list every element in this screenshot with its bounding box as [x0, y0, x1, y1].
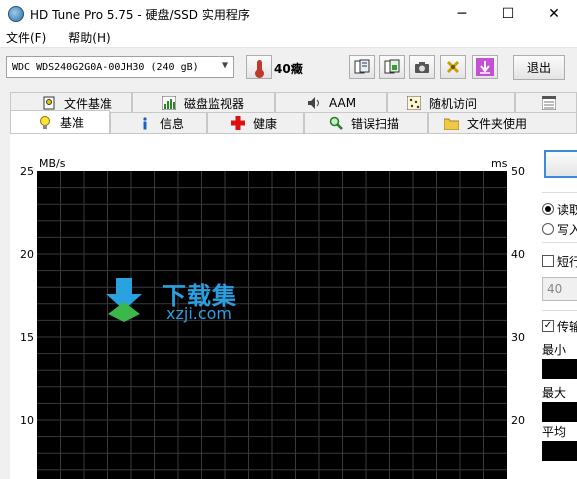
copy-all-button[interactable] — [379, 55, 405, 79]
camera-icon — [415, 62, 429, 73]
tools-icon — [446, 60, 460, 74]
drive-select[interactable]: WDC WDS240G2G0A-00JH30 (240 gB) ▼ — [6, 56, 234, 78]
read-label: 读取 — [557, 203, 577, 217]
magnifier-icon — [328, 116, 343, 131]
divider — [542, 242, 577, 243]
tab-info[interactable]: 信息 — [110, 112, 207, 133]
avg-value-box — [542, 441, 577, 461]
chevron-down-icon: ▼ — [221, 60, 228, 71]
app-logo-icon — [8, 6, 24, 22]
health-cross-icon — [230, 116, 245, 131]
tab-label: 随机访问 — [429, 96, 478, 111]
write-radio[interactable] — [542, 223, 554, 235]
tab-random-access[interactable]: 随机访问 — [387, 92, 515, 113]
folder-icon — [444, 116, 459, 131]
right-axis-unit: ms — [491, 157, 508, 170]
minimize-button[interactable]: ─ — [439, 0, 485, 28]
tab-label: AAM — [329, 96, 357, 110]
divider — [542, 310, 577, 311]
tab-row-bottom: 基准 信息 健康 错误扫描 文件夹使用 — [10, 110, 577, 133]
down-arrow-icon — [476, 58, 494, 76]
tab-label: 文件夹使用 — [467, 116, 528, 131]
left-axis-unit: MB/s — [39, 157, 66, 170]
left-axis-tick: 25 — [20, 165, 34, 178]
speaker-icon — [306, 96, 321, 111]
left-axis-tick: 10 — [20, 414, 34, 427]
short-stroke-checkbox[interactable] — [542, 255, 554, 267]
options-button[interactable] — [440, 55, 466, 79]
avg-label: 平均 — [542, 425, 567, 439]
tab-label: 错误扫描 — [351, 116, 400, 131]
tab-extra-tests[interactable] — [515, 92, 577, 113]
temperature-button[interactable] — [246, 55, 272, 79]
side-controls: 读取 写入 短行 40 ✓ 传输 最小 最大 平均 — [540, 134, 577, 479]
tab-label: 信息 — [160, 116, 185, 131]
lightbulb-icon — [37, 115, 52, 130]
transfer-checkbox[interactable]: ✓ — [542, 320, 554, 332]
tab-benchmark[interactable]: 基准 — [10, 110, 110, 133]
left-axis-tick: 15 — [20, 331, 34, 344]
right-axis-tick: 40 — [511, 248, 525, 261]
window-title: HD Tune Pro 5.75 - 硬盘/SSD 实用程序 — [30, 7, 250, 22]
tab-disk-monitor[interactable]: 磁盘监视器 — [132, 92, 275, 113]
tab-label: 健康 — [253, 116, 278, 131]
copy-info-button[interactable] — [349, 55, 375, 79]
temperature-readout: 40癥 — [274, 62, 303, 76]
extra-tests-icon — [541, 96, 556, 111]
right-axis-tick: 20 — [511, 414, 525, 427]
transfer-label: 传输 — [557, 320, 577, 334]
title-bar: HD Tune Pro 5.75 - 硬盘/SSD 实用程序 ─ ☐ ✕ — [0, 0, 577, 28]
right-axis-tick: 50 — [511, 165, 525, 178]
menu-help[interactable]: 帮助(H) — [62, 29, 116, 46]
tab-label: 文件基准 — [64, 96, 113, 111]
screenshot-button[interactable] — [409, 55, 435, 79]
copy-text-icon — [354, 59, 370, 74]
exit-button[interactable]: 退出 — [513, 55, 565, 80]
file-benchmark-icon — [41, 96, 56, 111]
chart-svg: MB/s ms 25 20 15 10 50 40 30 20 — [20, 157, 525, 479]
copy-all-icon — [384, 59, 400, 74]
start-button[interactable] — [544, 150, 577, 178]
benchmark-panel: MB/s ms 25 20 15 10 50 40 30 20 下载集 xzji.com 读取 写… — [10, 133, 577, 479]
info-icon — [137, 116, 152, 131]
min-label: 最小 — [542, 343, 567, 357]
min-value-box — [542, 359, 577, 379]
menu-file[interactable]: 文件(F) — [0, 29, 52, 46]
left-axis-tick: 20 — [20, 248, 34, 261]
divider — [542, 192, 577, 193]
toolbar: WDC WDS240G2G0A-00JH30 (240 gB) ▼ 40癥 退出 — [0, 50, 577, 86]
thermometer-icon — [254, 59, 264, 78]
short-stroke-input[interactable]: 40 — [542, 277, 577, 301]
maximize-button[interactable]: ☐ — [485, 0, 531, 28]
max-label: 最大 — [542, 386, 567, 400]
tab-label: 基准 — [60, 115, 85, 130]
short-stroke-label: 短行 — [557, 255, 577, 269]
right-axis-tick: 30 — [511, 331, 525, 344]
tab-aam[interactable]: AAM — [275, 92, 387, 113]
disk-monitor-icon — [161, 96, 176, 111]
hdtune-window: HD Tune Pro 5.75 - 硬盘/SSD 实用程序 ─ ☐ ✕ 文件(… — [0, 0, 577, 479]
benchmark-chart: MB/s ms 25 20 15 10 50 40 30 20 下载集 xzji.com — [10, 134, 540, 479]
tab-label: 磁盘监视器 — [184, 96, 245, 111]
random-access-icon — [406, 96, 421, 111]
drive-select-value: WDC WDS240G2G0A-00JH30 (240 gB) — [12, 61, 199, 73]
read-radio[interactable] — [542, 203, 554, 215]
tab-error-scan[interactable]: 错误扫描 — [304, 112, 428, 133]
max-value-box — [542, 402, 577, 422]
write-label: 写入 — [557, 223, 577, 237]
close-button[interactable]: ✕ — [531, 0, 577, 28]
menu-bar: 文件(F) 帮助(H) — [0, 28, 577, 48]
save-button[interactable] — [472, 55, 498, 79]
tab-health[interactable]: 健康 — [207, 112, 304, 133]
tab-folder-usage[interactable]: 文件夹使用 — [428, 112, 577, 133]
